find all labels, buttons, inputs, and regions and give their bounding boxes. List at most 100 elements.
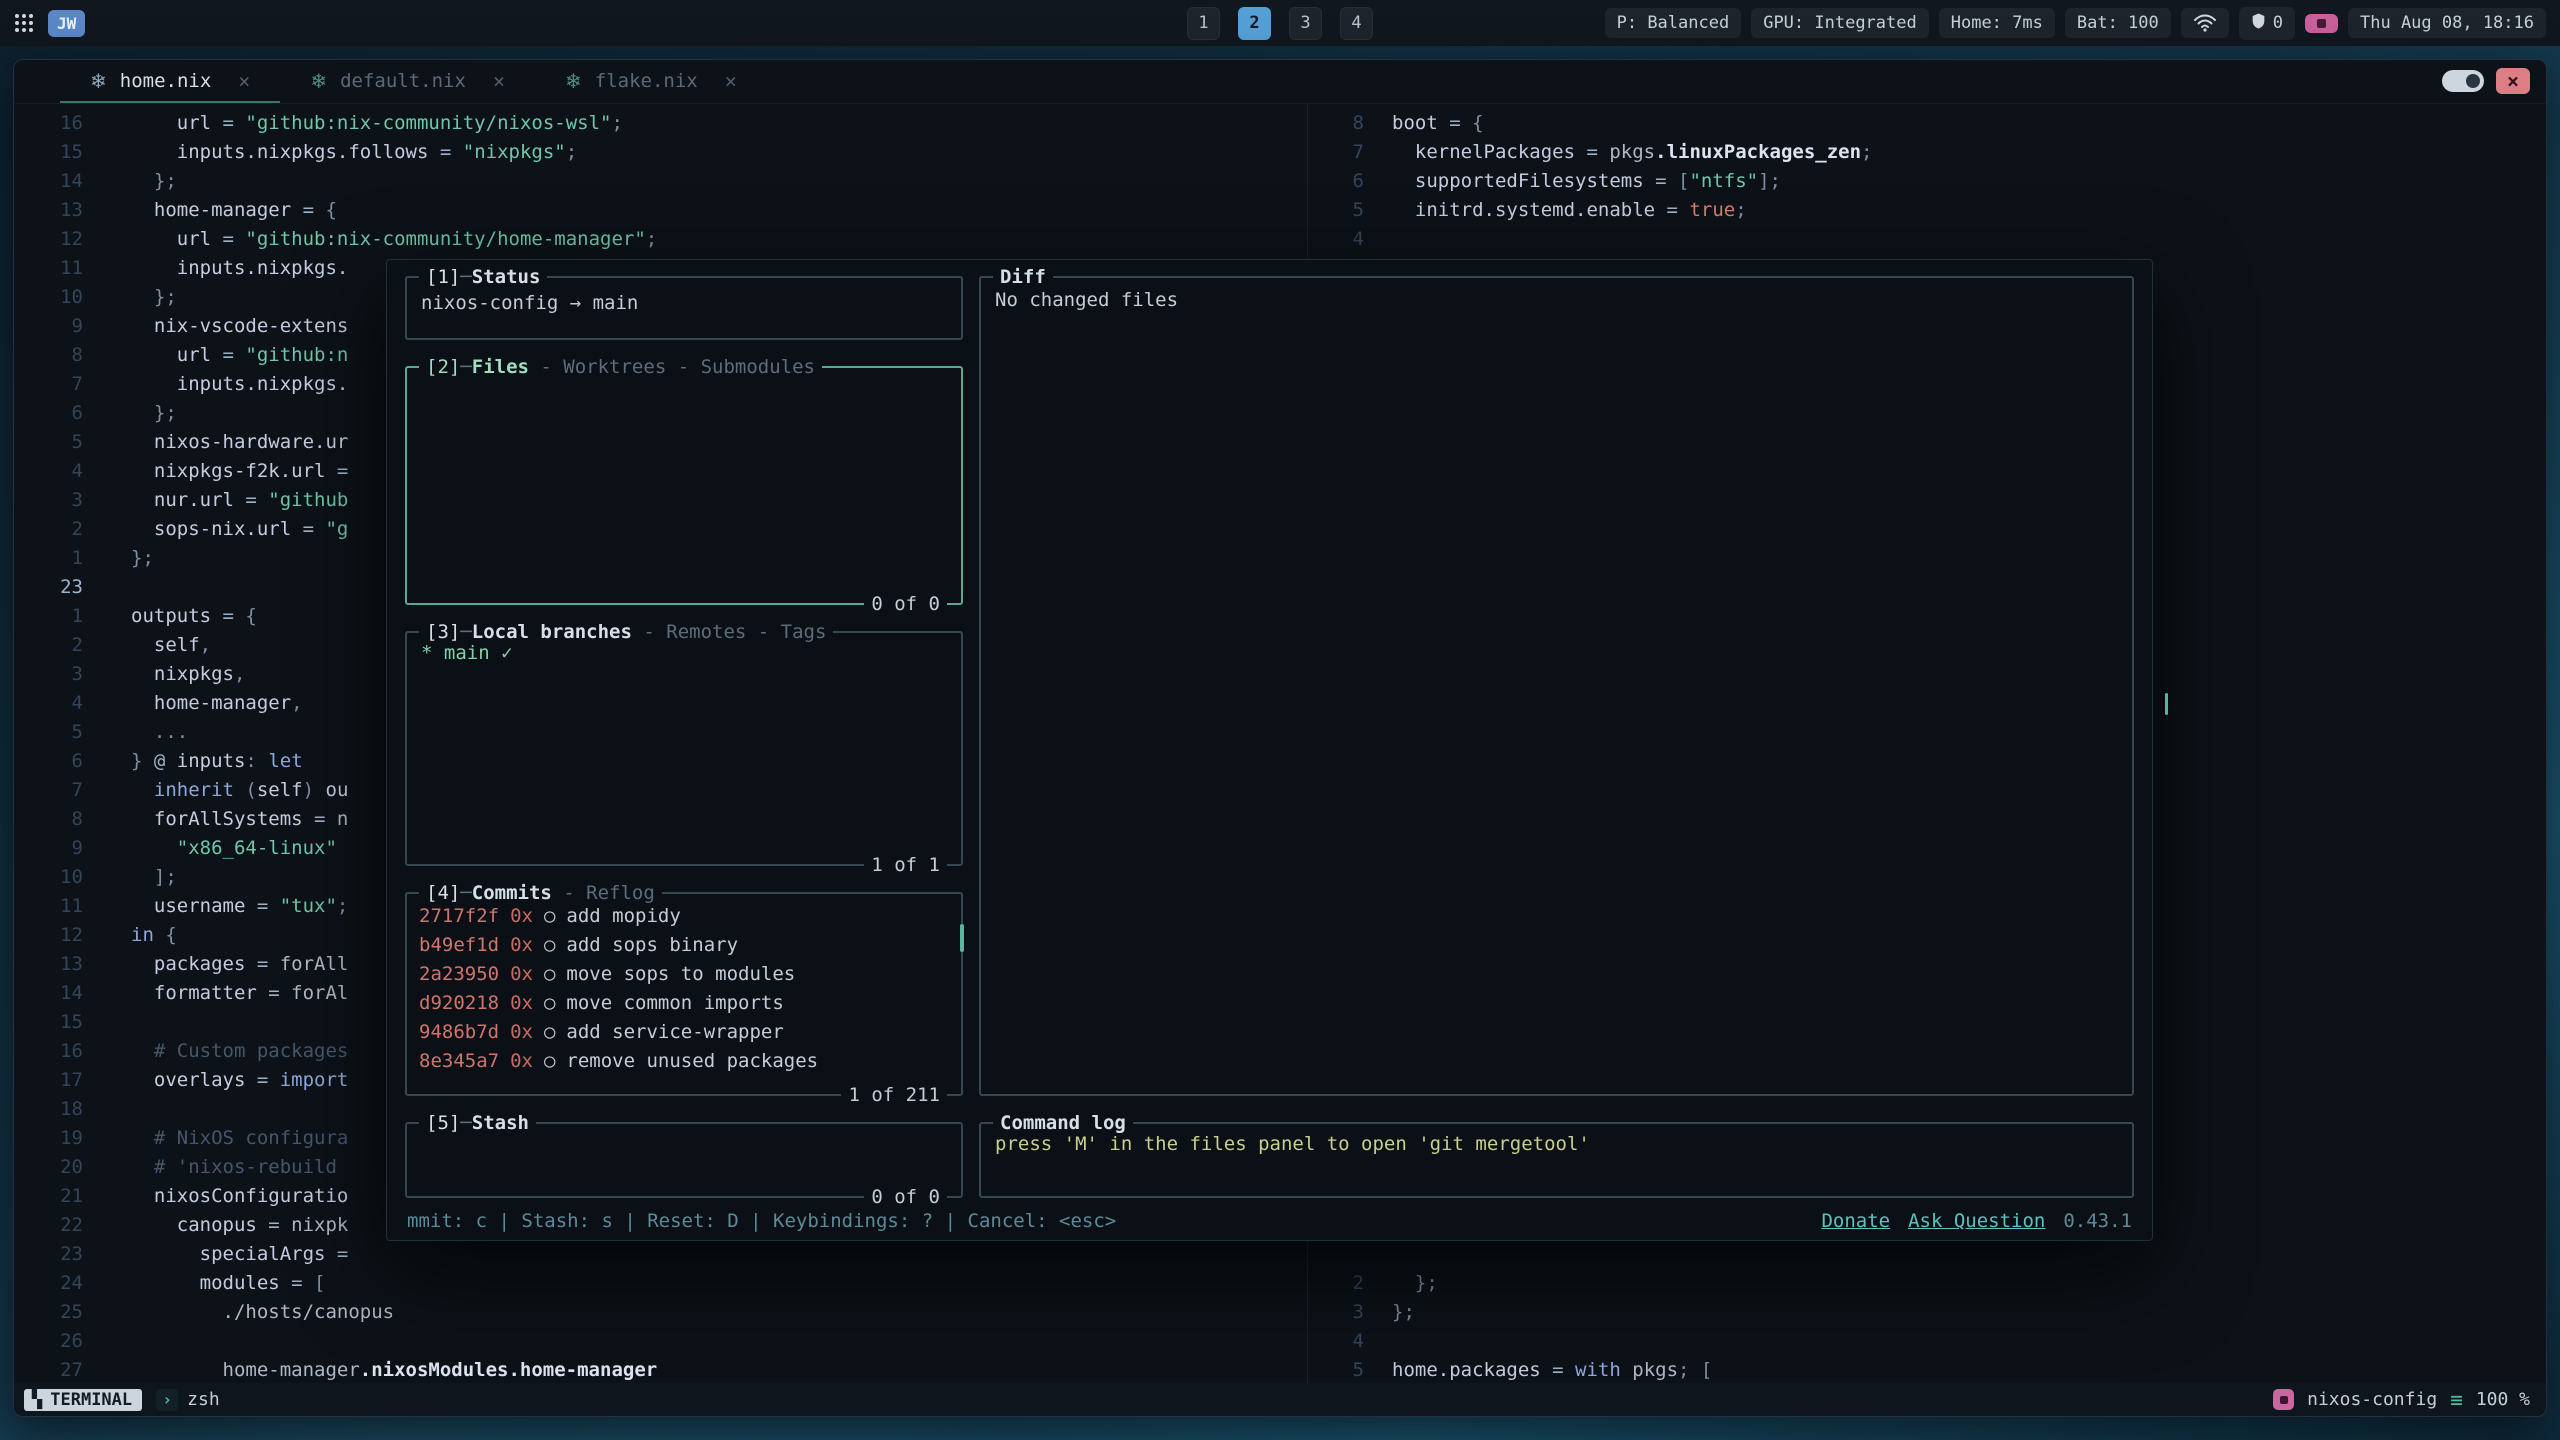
tab-close-icon[interactable]: × (238, 69, 250, 93)
lazygit-diff-panel[interactable]: Diff No changed files (979, 276, 2134, 1096)
commit-message: move common imports (566, 989, 783, 1018)
shell-tab[interactable]: › zsh (156, 1389, 220, 1411)
status-badge: Home: 7ms (1939, 8, 2055, 38)
window-pin-toggle[interactable] (2442, 70, 2484, 92)
zellij-mode-badge[interactable]: ▚ TERMINAL (24, 1389, 142, 1411)
stash-count: 0 of 0 (864, 1184, 947, 1210)
link-donate[interactable]: Donate (1821, 1210, 1890, 1232)
user-badge[interactable]: JW (48, 10, 85, 37)
code-line: 5home.packages = with pkgs; [ (1308, 1356, 2546, 1385)
commit-row[interactable]: 9486b7d0x○add service-wrapper (419, 1018, 961, 1047)
code-line: 26 (14, 1327, 1307, 1356)
commit-hash: 8e345a7 (419, 1047, 499, 1076)
status-badge: Bat: 100 (2065, 8, 2171, 38)
tab-close-icon[interactable]: × (725, 69, 737, 93)
code-line: 14 }; (14, 167, 1307, 196)
commit-author: 0x (510, 1047, 533, 1076)
nix-snowflake-icon: ❄ (310, 69, 327, 93)
commit-hash: 2a23950 (419, 960, 499, 989)
commit-author: 0x (510, 931, 533, 960)
mode-label: TERMINAL (50, 1390, 132, 1410)
commit-message: add mopidy (566, 902, 680, 931)
commit-hash: b49ef1d (419, 931, 499, 960)
workspace-button-1[interactable]: 1 (1187, 7, 1220, 40)
workspace-button-4[interactable]: 4 (1340, 7, 1373, 40)
nix-snowflake-icon: ❄ (565, 69, 582, 93)
commit-message: add service-wrapper (566, 1018, 783, 1047)
window-close-button[interactable]: × (2496, 68, 2530, 94)
commit-author: 0x (510, 902, 533, 931)
branches-count: 1 of 1 (864, 852, 947, 878)
code-line: 23 specialArgs = (14, 1240, 1307, 1269)
lazygit-commits-panel[interactable]: [4]─Commits - Reflog 2717f2f0x○add mopid… (405, 892, 963, 1096)
workspace-button-2[interactable]: 2 (1238, 7, 1271, 40)
wifi-icon[interactable] (2181, 8, 2229, 38)
tab-label: default.nix (340, 70, 466, 92)
commit-row[interactable]: 8e345a70x○remove unused packages (419, 1047, 961, 1076)
tab-flake.nix[interactable]: ❄ flake.nix × (535, 60, 767, 103)
session-icon (2273, 1389, 2294, 1410)
session-name: nixos-config (2307, 1389, 2437, 1410)
commits-list: 2717f2f 0x ○ add mopidy b49ef1d 0x ○ add sops b… (407, 894, 961, 1076)
commit-message: add sops binary (566, 931, 738, 960)
layout-list-icon[interactable]: ≡ (2450, 1388, 2463, 1412)
panel-key: [5] (426, 1110, 460, 1136)
panel-title: Commits (472, 880, 552, 906)
panel-title: Diff (1000, 264, 1046, 290)
commit-row[interactable]: 2a239500x○move sops to modules (419, 960, 961, 989)
link-ask-question[interactable]: Ask Question (1908, 1210, 2045, 1232)
panel-title: Files (472, 354, 529, 380)
lazygit-version: 0.43.1 (2063, 1210, 2132, 1232)
code-line: 16 url = "github:nix-community/nixos-wsl… (14, 109, 1307, 138)
commits-scrollbar[interactable] (960, 924, 964, 952)
lazygit-keybindings-bar: mmit: c | Stash: s | Reset: D | Keybindi… (405, 1198, 2134, 1232)
panel-title: Status (472, 264, 541, 290)
tab-default.nix[interactable]: ❄ default.nix × (280, 60, 535, 103)
panel-key: [3] (426, 619, 460, 645)
code-line: 6 supportedFilesystems = ["ntfs"]; (1308, 167, 2546, 196)
toggle-knob-icon (2466, 74, 2480, 88)
tab-label: flake.nix (595, 70, 698, 92)
lazygit-status-panel[interactable]: [1]─Status nixos-config → main (405, 276, 963, 340)
tab-close-icon[interactable]: × (493, 69, 505, 93)
panel-title: Local branches (472, 619, 632, 645)
tab-label: home.nix (120, 70, 212, 92)
commit-row[interactable]: 2717f2f 0x ○ add mopidy (419, 902, 961, 931)
code-line: 15 inputs.nixpkgs.follows = "nixpkgs"; (14, 138, 1307, 167)
apps-grid-icon[interactable] (14, 13, 34, 33)
display-color-badge[interactable] (2305, 14, 2338, 33)
code-line: 12 url = "github:nix-community/home-mana… (14, 225, 1307, 254)
panel-key: [2] (426, 354, 460, 380)
lazygit-branches-panel[interactable]: [3]─Local branches - Remotes - Tags * ma… (405, 631, 963, 866)
terminal-status-bar: ▚ TERMINAL › zsh nixos-config ≡ 100 % (14, 1383, 2546, 1416)
commit-hash: 2717f2f (419, 902, 499, 931)
commit-row[interactable]: b49ef1d 0x ○ add sops binary (419, 931, 961, 960)
lazygit-files-panel[interactable]: [2]─Files - Worktrees - Submodules 0 of … (405, 366, 963, 605)
commit-author: 0x (510, 960, 533, 989)
commit-message: move sops to modules (566, 960, 795, 989)
status-badge: GPU: Integrated (1751, 8, 1929, 38)
scroll-percentage: 100 % (2476, 1389, 2530, 1410)
tab-home.nix[interactable]: ❄home.nix× (60, 60, 280, 103)
commit-row[interactable]: d9202180x○move common imports (419, 989, 961, 1018)
shield-icon (2251, 12, 2266, 35)
commit-node: ○ (544, 931, 555, 960)
security-shield-badge[interactable]: 0 (2239, 7, 2295, 40)
lazygit-links: Donate Ask Question (1821, 1210, 2045, 1232)
panel-subtitle: - Remotes - Tags (632, 619, 826, 645)
shell-tab-label: zsh (187, 1389, 220, 1410)
floating-pane-scroll-indicator[interactable] (2165, 693, 2168, 715)
code-line: 27 home-manager.nixosModules.home-manage… (14, 1356, 1307, 1385)
code-line: 3}; (1308, 1298, 2546, 1327)
editor-tab-bar: ❄home.nix×❄default.nix×❄flake.nix× (14, 60, 2546, 104)
lazygit-stash-panel[interactable]: [5]─Stash 0 of 0 (405, 1122, 963, 1198)
lazygit-command-log-panel[interactable]: Command log press 'M' in the files panel… (979, 1122, 2134, 1198)
files-count: 0 of 0 (864, 591, 947, 617)
panel-subtitle: - Worktrees - Submodules (529, 354, 815, 380)
panel-title: Stash (472, 1110, 529, 1136)
commit-node: ○ (544, 1018, 555, 1047)
clock[interactable]: Thu Aug 08, 18:16 (2348, 8, 2546, 38)
code-line: 24 modules = [ (14, 1269, 1307, 1298)
workspace-button-3[interactable]: 3 (1289, 7, 1322, 40)
commit-node: ○ (544, 902, 555, 931)
